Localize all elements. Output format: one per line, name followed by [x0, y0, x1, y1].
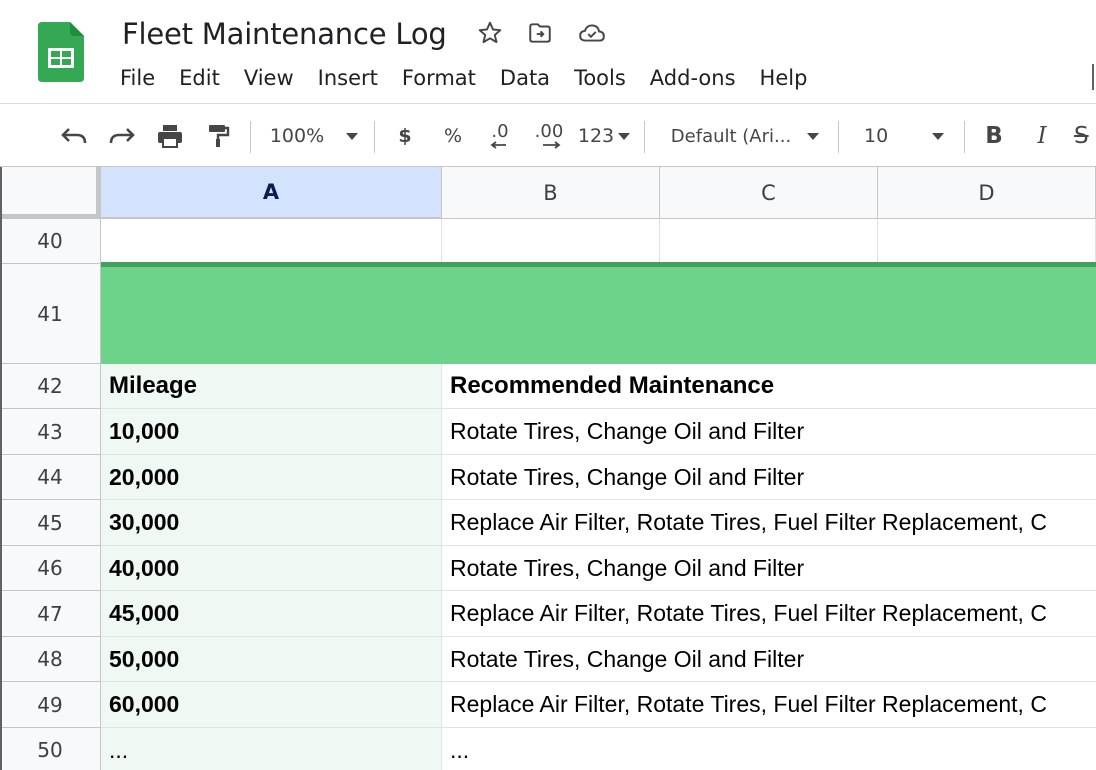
toolbar-separator	[250, 121, 251, 153]
cell-b44[interactable]: Rotate Tires, Change Oil and Filter	[442, 455, 1096, 500]
arrow-right-icon	[543, 141, 561, 149]
row-header-47[interactable]: 47	[0, 591, 101, 637]
row-header-40[interactable]: 40	[0, 219, 101, 264]
chevron-down-icon	[346, 132, 359, 140]
number-format-label: 123	[577, 125, 615, 147]
star-icon[interactable]	[476, 19, 504, 47]
more-formats-select[interactable]: 123	[574, 105, 634, 167]
cell-a46[interactable]: 40,000	[101, 546, 442, 591]
zoom-select[interactable]: 100%	[262, 105, 366, 167]
cell-c40[interactable]	[660, 219, 878, 264]
font-size-value: 10	[864, 125, 889, 147]
row-header-45[interactable]: 45	[0, 500, 101, 546]
column-header-a[interactable]: A	[101, 167, 442, 219]
cell-b43[interactable]: Rotate Tires, Change Oil and Filter	[442, 409, 1096, 455]
merged-banner-cell-41[interactable]	[101, 262, 1096, 364]
percent-format-button[interactable]: %	[436, 105, 470, 167]
spreadsheet-grid: A B C D 40 41 42 Mileage Recommended Mai…	[0, 167, 1096, 770]
strikethrough-button[interactable]: S	[1074, 105, 1096, 167]
toolbar-separator	[644, 121, 645, 153]
menu-edit[interactable]: Edit	[179, 62, 220, 94]
menu-format[interactable]: Format	[402, 62, 476, 94]
decrease-decimal-button[interactable]: .0	[478, 105, 522, 167]
undo-icon[interactable]	[56, 105, 92, 167]
increase-decimal-button[interactable]: .00	[526, 105, 572, 167]
cell-b45[interactable]: Replace Air Filter, Rotate Tires, Fuel F…	[442, 500, 1096, 546]
menu-data[interactable]: Data	[500, 62, 550, 94]
row-header-50[interactable]: 50	[0, 728, 101, 770]
toolbar-separator	[964, 121, 965, 153]
title-bar: Fleet Maintenance Log File Edit View Ins…	[0, 0, 1096, 104]
row-header-48[interactable]: 48	[0, 637, 101, 682]
move-to-folder-icon[interactable]	[526, 19, 554, 47]
cell-a47[interactable]: 45,000	[101, 591, 442, 637]
menu-view[interactable]: View	[244, 62, 294, 94]
font-family-select[interactable]: Default (Ari...	[660, 105, 830, 167]
cell-a49[interactable]: 60,000	[101, 682, 442, 728]
cell-a42[interactable]: Mileage	[101, 364, 442, 409]
menu-bar: File Edit View Insert Format Data Tools …	[120, 62, 831, 94]
edge-divider	[1092, 64, 1096, 90]
cell-d40[interactable]	[878, 219, 1096, 264]
cell-b42[interactable]: Recommended Maintenance	[442, 364, 1096, 409]
menu-addons[interactable]: Add-ons	[650, 62, 736, 94]
row-header-49[interactable]: 49	[0, 682, 101, 728]
paint-format-icon[interactable]	[200, 105, 236, 167]
cell-a40[interactable]	[101, 219, 442, 264]
row-header-43[interactable]: 43	[0, 409, 101, 455]
row-header-44[interactable]: 44	[0, 455, 101, 500]
row-header-41[interactable]: 41	[0, 264, 101, 364]
cell-b48[interactable]: Rotate Tires, Change Oil and Filter	[442, 637, 1096, 682]
zoom-value: 100%	[269, 125, 325, 147]
cell-b46[interactable]: Rotate Tires, Change Oil and Filter	[442, 546, 1096, 591]
cell-b40[interactable]	[442, 219, 660, 264]
column-header-b[interactable]: B	[442, 167, 660, 219]
redo-icon[interactable]	[104, 105, 140, 167]
toolbar: 100% $ % .0 .00 123 Default (Ari... 10 B…	[0, 105, 1096, 167]
cell-a43[interactable]: 10,000	[101, 409, 442, 455]
menu-file[interactable]: File	[120, 62, 155, 94]
column-header-d[interactable]: D	[878, 167, 1096, 219]
cell-a48[interactable]: 50,000	[101, 637, 442, 682]
bold-button[interactable]: B	[978, 105, 1010, 167]
chevron-down-icon	[807, 132, 820, 140]
cell-a45[interactable]: 30,000	[101, 500, 442, 546]
select-all-corner[interactable]	[0, 167, 101, 219]
chevron-down-icon	[932, 132, 945, 140]
grid-left-edge	[0, 167, 2, 770]
document-title[interactable]: Fleet Maintenance Log	[122, 16, 447, 52]
toolbar-separator	[838, 121, 839, 153]
chevron-down-icon	[618, 132, 631, 140]
cell-b50[interactable]: ...	[442, 728, 1096, 770]
cloud-saved-icon[interactable]	[578, 19, 606, 47]
arrow-left-icon	[490, 141, 506, 149]
row-header-42[interactable]: 42	[0, 364, 101, 409]
sheets-logo-icon[interactable]	[38, 22, 84, 82]
cell-b49[interactable]: Replace Air Filter, Rotate Tires, Fuel F…	[442, 682, 1096, 728]
currency-format-button[interactable]: $	[388, 105, 422, 167]
menu-tools[interactable]: Tools	[574, 62, 626, 94]
toolbar-separator	[374, 121, 375, 153]
italic-button[interactable]: I	[1026, 105, 1058, 167]
cell-a50[interactable]: ...	[101, 728, 442, 770]
column-header-c[interactable]: C	[660, 167, 878, 219]
cell-a44[interactable]: 20,000	[101, 455, 442, 500]
font-family-value: Default (Ari...	[670, 125, 792, 147]
menu-insert[interactable]: Insert	[318, 62, 378, 94]
font-size-select[interactable]: 10	[852, 105, 956, 167]
menu-help[interactable]: Help	[760, 62, 808, 94]
print-icon[interactable]	[152, 105, 188, 167]
cell-b47[interactable]: Replace Air Filter, Rotate Tires, Fuel F…	[442, 591, 1096, 637]
row-header-46[interactable]: 46	[0, 546, 101, 591]
